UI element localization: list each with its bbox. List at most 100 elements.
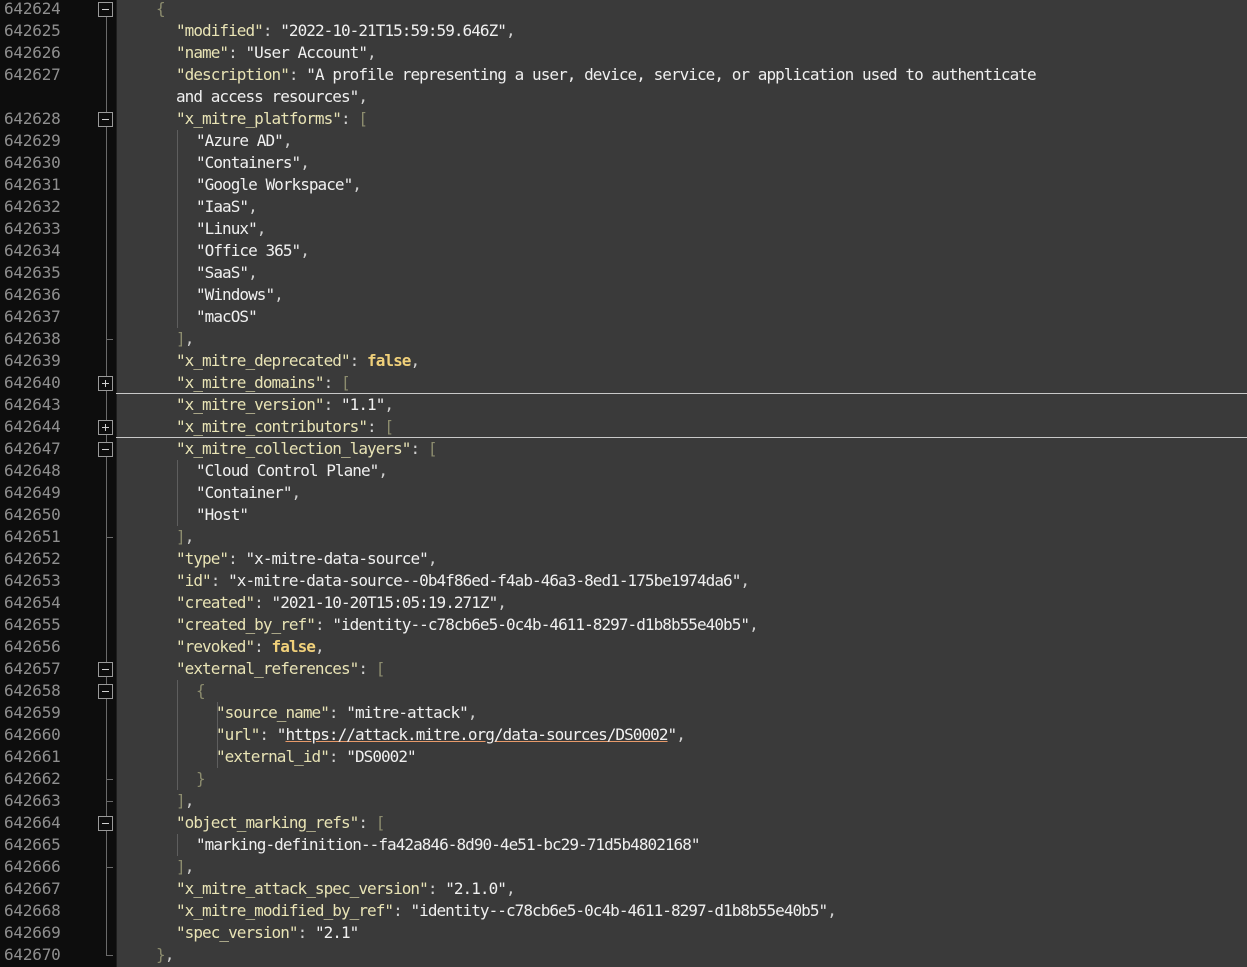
line-number: 642635 <box>4 263 61 282</box>
code-line: "revoked": false, <box>116 636 1247 658</box>
code-line: "name": "User Account", <box>116 42 1247 64</box>
json-key: "x_mitre_version" <box>176 395 325 414</box>
json-bracket: ] <box>176 329 186 348</box>
json-string: "Host" <box>196 505 249 524</box>
collapse-fold-icon[interactable] <box>98 684 113 699</box>
json-punct: , <box>184 857 195 876</box>
code-line: "marking-definition--fa42a846-8d90-4e51-… <box>116 834 1247 856</box>
line-number: 642649 <box>4 483 61 502</box>
json-key: "spec_version" <box>176 923 299 942</box>
json-key: "external_references" <box>176 659 359 678</box>
code-line: "spec_version": "2.1" <box>116 922 1247 944</box>
line-number: 642629 <box>4 131 61 150</box>
line-number: 642625 <box>4 21 61 40</box>
expand-fold-icon[interactable] <box>98 376 113 391</box>
json-string: "2022-10-21T15:59:59.646Z" <box>280 21 507 40</box>
code-line: "description": "A profile representing a… <box>116 64 1247 86</box>
json-punct: , <box>740 571 750 590</box>
json-punct: : <box>367 417 385 436</box>
json-bracket: ] <box>176 857 186 876</box>
json-key: "x_mitre_platforms" <box>176 109 342 128</box>
json-string: "SaaS" <box>196 263 249 282</box>
line-number: 642656 <box>4 637 61 656</box>
json-key: "x_mitre_contributors" <box>176 417 368 436</box>
code-line: "x_mitre_version": "1.1", <box>116 394 1247 416</box>
code-line: "x_mitre_deprecated": false, <box>116 350 1247 372</box>
json-string: "IaaS" <box>196 197 249 216</box>
json-punct: : <box>340 109 359 128</box>
json-key: "name" <box>176 43 229 62</box>
json-bracket: ] <box>176 791 186 810</box>
json-string: "Google Workspace" <box>196 175 353 194</box>
json-key: "source_name" <box>216 703 330 722</box>
line-number: 642631 <box>4 175 61 194</box>
line-number: 642665 <box>4 835 61 854</box>
code-line: "source_name": "mitre-attack", <box>116 702 1247 724</box>
json-bracket: { <box>156 0 166 18</box>
indent-guide <box>177 834 178 856</box>
collapse-fold-icon[interactable] <box>98 816 113 831</box>
line-number: 642670 <box>4 945 61 964</box>
json-punct: , <box>367 43 377 62</box>
code-area[interactable]: {"modified": "2022-10-21T15:59:59.646Z",… <box>116 0 1247 967</box>
indent-guide <box>177 460 178 526</box>
json-punct: : <box>328 747 347 766</box>
line-number: 642644 <box>4 417 61 436</box>
json-punct: , <box>467 703 478 722</box>
json-punct: : <box>349 351 368 370</box>
folded-region-separator <box>116 393 1247 394</box>
json-string: "x-mitre-data-source" <box>245 549 428 568</box>
expand-fold-icon[interactable] <box>98 420 113 435</box>
fold-end-marker <box>106 339 113 340</box>
line-number: 642666 <box>4 857 61 876</box>
json-key: "x_mitre_modified_by_ref" <box>176 901 394 920</box>
collapse-fold-icon[interactable] <box>98 2 113 17</box>
json-bracket: [ <box>358 109 368 128</box>
indent-guide <box>177 680 178 790</box>
code-line: "Office 365", <box>116 240 1247 262</box>
collapse-fold-icon[interactable] <box>98 662 113 677</box>
json-punct: : <box>210 571 229 590</box>
line-number: 642657 <box>4 659 61 678</box>
line-number: 642653 <box>4 571 61 590</box>
json-key: "type" <box>176 549 229 568</box>
json-punct: , <box>282 131 293 150</box>
json-punct: , <box>291 483 302 502</box>
line-number: 642647 <box>4 439 61 458</box>
json-key: "x_mitre_domains" <box>176 373 325 392</box>
fold-end-marker <box>106 779 113 780</box>
code-line: { <box>116 0 1247 20</box>
json-url-link[interactable]: https://attack.mitre.org/data-sources/DS… <box>285 725 668 744</box>
json-punct: , <box>256 219 267 238</box>
json-string: "macOS" <box>196 307 258 326</box>
fold-range-line <box>106 449 107 537</box>
code-line: "Linux", <box>116 218 1247 240</box>
code-editor[interactable]: 642624 642625 642626 642627 642628 642629 6426… <box>0 0 1247 967</box>
json-string: "1.1" <box>340 395 385 414</box>
json-string: "Cloud Control Plane" <box>196 461 379 480</box>
code-line: and access resources", <box>116 86 1247 108</box>
json-bracket: ] <box>176 527 186 546</box>
fold-end-marker <box>106 867 113 868</box>
json-punct: , <box>300 241 310 260</box>
json-key: "x_mitre_deprecated" <box>176 351 351 370</box>
line-number: 642660 <box>4 725 61 744</box>
code-line: "external_id": "DS0002" <box>116 746 1247 768</box>
json-punct: , <box>184 791 195 810</box>
json-punct: : <box>228 549 246 568</box>
json-punct: , <box>505 21 516 40</box>
code-line: "Cloud Control Plane", <box>116 460 1247 482</box>
collapse-fold-icon[interactable] <box>98 112 113 127</box>
fold-end-marker <box>106 537 113 538</box>
collapse-fold-icon[interactable] <box>98 442 113 457</box>
json-punct: , <box>352 175 362 194</box>
json-string: "Linux" <box>196 219 258 238</box>
code-line: ], <box>116 856 1247 878</box>
code-line: ], <box>116 790 1247 812</box>
line-number: 642650 <box>4 505 61 524</box>
line-number: 642662 <box>4 769 61 788</box>
json-string: "identity--c78cb6e5-0c4b-4611-8297-d1b8b… <box>332 615 750 634</box>
line-number: 642639 <box>4 351 61 370</box>
code-line: "SaaS", <box>116 262 1247 284</box>
json-punct: , <box>384 395 394 414</box>
